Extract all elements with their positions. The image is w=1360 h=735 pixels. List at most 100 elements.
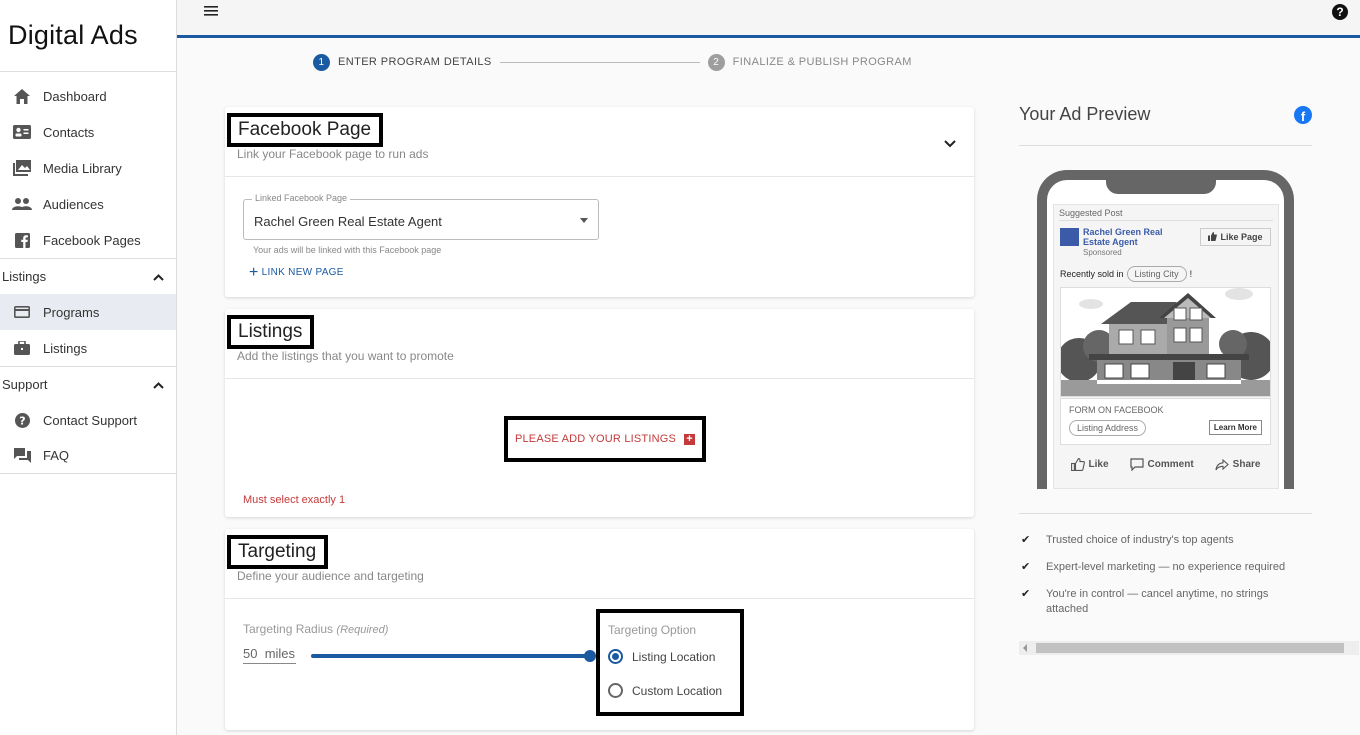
radius-required-text: (Required) <box>336 624 389 636</box>
post-actions: Like Comment Share <box>1060 458 1271 471</box>
feature-item: ✔ Expert-level marketing — no experience… <box>1021 560 1311 575</box>
like-page-button[interactable]: Like Page <box>1200 228 1271 246</box>
sidebar-item-label: Listings <box>43 340 88 356</box>
select-value: Rachel Green Real Estate Agent <box>254 214 442 229</box>
step-2-number: 2 <box>707 53 725 71</box>
listing-address-pill: Listing Address <box>1069 420 1147 436</box>
sidebar-item-label: Programs <box>43 304 100 320</box>
share-action[interactable]: Share <box>1215 458 1261 471</box>
hamburger-menu-icon[interactable] <box>204 4 222 20</box>
card-subtitle: Add the listings that you want to promot… <box>237 349 454 363</box>
check-icon: ✔ <box>1021 561 1031 573</box>
feature-item: ✔ Trusted choice of industry's top agent… <box>1021 533 1311 548</box>
targeting-option-label: Targeting Option <box>608 623 697 637</box>
sidebar-item-label: Contact Support <box>43 412 137 428</box>
comment-action[interactable]: Comment <box>1129 458 1194 471</box>
link-new-page-button[interactable]: + LINK NEW PAGE <box>249 263 344 281</box>
scroll-left-arrow-icon[interactable] <box>1023 644 1027 652</box>
divider <box>1019 513 1312 514</box>
step-1-number: 1 <box>313 53 330 71</box>
sidebar-section-listings[interactable]: Listings <box>0 258 176 294</box>
feature-text: Expert-level marketing — no experience r… <box>1046 561 1286 573</box>
divider <box>1059 220 1273 221</box>
section-label: Listings <box>2 269 47 284</box>
scrollbar-thumb[interactable] <box>1036 643 1344 653</box>
thumbs-up-icon <box>1070 458 1085 471</box>
sidebar-item-dashboard[interactable]: Dashboard <box>0 78 176 114</box>
targeting-option-group: Targeting Option Listing Location Custom… <box>596 609 744 716</box>
chevron-up-icon <box>153 269 164 284</box>
listing-city-pill: Listing City <box>1126 266 1187 282</box>
ad-preview-title: Your Ad Preview <box>1019 104 1151 124</box>
select-helper-text: Your ads will be linked with this Facebo… <box>253 245 442 255</box>
facebook-logo-icon: f <box>1294 106 1312 124</box>
step-connector <box>499 61 700 63</box>
share-action-label: Share <box>1232 459 1261 470</box>
card-header: Facebook Page Link your Facebook page to… <box>225 107 974 177</box>
like-action[interactable]: Like <box>1070 458 1109 471</box>
contact-card-icon <box>12 122 32 142</box>
link-new-page-label: LINK NEW PAGE <box>261 267 344 278</box>
sidebar-item-audiences[interactable]: Audiences <box>0 186 176 222</box>
card-subtitle: Link your Facebook page to run ads <box>237 147 429 161</box>
sidebar-section-support[interactable]: Support <box>0 366 176 402</box>
page-avatar <box>1060 228 1079 246</box>
facebook-page-card: Facebook Page Link your Facebook page to… <box>225 107 974 297</box>
check-icon: ✔ <box>1021 588 1031 600</box>
sidebar-item-faq[interactable]: FAQ <box>0 438 176 474</box>
sidebar-item-listings[interactable]: Listings <box>0 330 176 366</box>
lead-form-box: FORM ON FACEBOOK Listing Address Learn M… <box>1060 398 1271 445</box>
home-icon <box>12 86 32 106</box>
sidebar-item-contacts[interactable]: Contacts <box>0 114 176 150</box>
help-icon[interactable]: ? <box>1332 4 1348 20</box>
radio-label: Listing Location <box>632 649 716 664</box>
chevron-down-icon[interactable] <box>944 135 958 148</box>
card-title: Listings <box>227 315 315 349</box>
card-subtitle: Define your audience and targeting <box>237 569 424 583</box>
add-listings-button[interactable]: PLEASE ADD YOUR LISTINGS + <box>504 416 706 462</box>
sidebar: Digital Ads Dashboard Contacts Media Lib… <box>0 0 177 735</box>
radius-label-text: Targeting Radius <box>243 622 334 636</box>
linked-facebook-page-select[interactable]: Linked Facebook Page Rachel Green Real E… <box>243 193 599 240</box>
radio-checked-icon <box>608 649 623 664</box>
sidebar-item-contact-support[interactable]: ? Contact Support <box>0 402 176 438</box>
like-page-label: Like Page <box>1220 232 1263 242</box>
divider <box>1019 145 1312 146</box>
house-illustration <box>1060 287 1271 397</box>
help-circle-icon: ? <box>12 410 32 430</box>
sidebar-item-programs[interactable]: Programs <box>0 294 176 330</box>
like-action-label: Like <box>1088 459 1109 470</box>
sidebar-item-facebook-pages[interactable]: Facebook Pages <box>0 222 176 258</box>
phone-notch <box>1106 170 1216 194</box>
people-icon <box>12 194 32 214</box>
card-title: Targeting <box>227 535 329 569</box>
briefcase-icon <box>12 338 32 358</box>
recent-suffix: ! <box>1189 269 1193 279</box>
feature-text: You're in control — cancel anytime, no s… <box>1046 588 1269 615</box>
suggested-post-label: Suggested Post <box>1059 208 1123 218</box>
chevron-up-icon <box>153 377 164 392</box>
radius-slider-track[interactable] <box>311 654 589 658</box>
photo-library-icon <box>12 158 32 178</box>
radio-label: Custom Location <box>632 683 723 698</box>
card-title: Facebook Page <box>227 113 384 147</box>
radius-slider-thumb[interactable] <box>584 650 596 662</box>
horizontal-scrollbar[interactable] <box>1019 641 1359 655</box>
targeting-radius-input[interactable]: 50 miles <box>243 646 296 664</box>
check-icon: ✔ <box>1021 534 1031 546</box>
plus-icon: + <box>249 263 259 281</box>
targeting-card: Targeting Define your audience and targe… <box>225 529 974 730</box>
learn-more-button[interactable]: Learn More <box>1208 420 1262 435</box>
preview-page-name: Rachel Green Real Estate Agent <box>1083 227 1163 247</box>
recent-prefix: Recently sold in <box>1060 269 1124 279</box>
top-bar: ? <box>177 0 1360 38</box>
radio-custom-location[interactable]: Custom Location <box>608 683 722 698</box>
program-stepper: 1 ENTER PROGRAM DETAILS 2 FINALIZE & PUB… <box>313 53 912 71</box>
sidebar-item-media-library[interactable]: Media Library <box>0 150 176 186</box>
radius-value: 50 <box>243 646 258 661</box>
step-2-label: FINALIZE & PUBLISH PROGRAM <box>732 56 912 68</box>
radio-listing-location[interactable]: Listing Location <box>608 649 715 664</box>
facebook-icon <box>12 230 32 250</box>
feature-item: ✔ You're in control — cancel anytime, no… <box>1021 587 1311 617</box>
targeting-radius-label: Targeting Radius (Required) <box>243 622 388 636</box>
